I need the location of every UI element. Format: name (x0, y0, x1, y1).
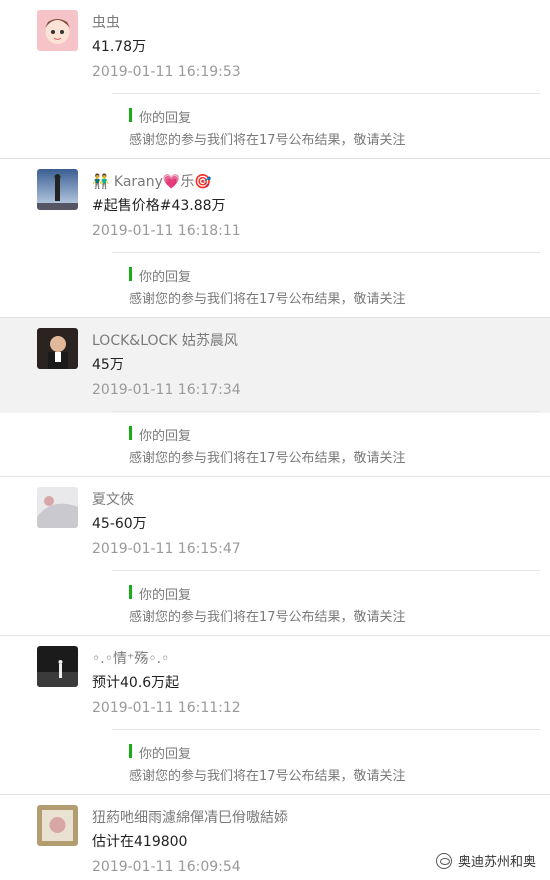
comment-timestamp: 2019-01-11 16:18:11 (92, 223, 241, 239)
reply-text: 感谢您的参与我们将在17号公布结果，敬请关注 (129, 451, 406, 466)
comment-timestamp: 2019-01-11 16:19:53 (92, 64, 241, 80)
commenter-name: 夏文俠 (92, 492, 134, 508)
comment-timestamp: 2019-01-11 16:17:34 (92, 382, 241, 398)
comment-item: ◦.◦情⁺殇◦.◦ 预计40.6万起 2019-01-11 16:11:12 你… (0, 636, 550, 795)
author-reply: 你的回复 感谢您的参与我们将在17号公布结果，敬请关注 (112, 93, 540, 152)
author-reply: 你的回复 感谢您的参与我们将在17号公布结果，敬请关注 (112, 570, 540, 629)
commenter-name: LOCK&LOCK 姑苏晨风 (92, 333, 238, 349)
comment-item: 👬 Karany💗乐🎯 #起售价格#43.88万 2019-01-11 16:1… (0, 159, 550, 318)
brand-watermark: 奥迪苏州和奥 (435, 851, 536, 870)
comment-item: LOCK&LOCK 姑苏晨风 45万 2019-01-11 16:17:34 你… (0, 318, 550, 477)
comment-text: 预计40.6万起 (92, 675, 180, 691)
wechat-icon (435, 852, 452, 869)
reply-text: 感谢您的参与我们将在17号公布结果，敬请关注 (129, 769, 406, 784)
comment-item: 夏文俠 45-60万 2019-01-11 16:15:47 你的回复 感谢您的… (0, 477, 550, 636)
reply-text: 感谢您的参与我们将在17号公布结果，敬请关注 (129, 292, 406, 307)
comment-timestamp: 2019-01-11 16:11:12 (92, 700, 241, 716)
avatar[interactable] (37, 487, 78, 528)
avatar[interactable] (37, 169, 78, 210)
commenter-name: 虫虫 (92, 15, 120, 31)
brand-name: 奥迪苏州和奥 (457, 855, 536, 870)
commenter-name: 狃葯吔细雨濾綿僤凊巳佾嗷結婖 (92, 810, 288, 826)
avatar[interactable] (37, 328, 78, 369)
comment-item: 虫虫 41.78万 2019-01-11 16:19:53 你的回复 感谢您的参… (0, 0, 550, 159)
comment-text: 估计在419800 (92, 834, 188, 850)
avatar[interactable] (37, 10, 78, 51)
avatar[interactable] (37, 646, 78, 687)
avatar[interactable] (37, 805, 78, 846)
reply-label: 你的回复 (129, 266, 191, 285)
commenter-name: ◦.◦情⁺殇◦.◦ (92, 651, 170, 667)
comment-timestamp: 2019-01-11 16:09:54 (92, 859, 241, 875)
reply-label: 你的回复 (129, 584, 191, 603)
comment-text: 41.78万 (92, 39, 147, 55)
comment-text: #起售价格#43.88万 (92, 198, 226, 214)
reply-label: 你的回复 (129, 425, 191, 444)
reply-label: 你的回复 (129, 107, 191, 126)
author-reply: 你的回复 感谢您的参与我们将在17号公布结果，敬请关注 (112, 252, 540, 311)
reply-text: 感谢您的参与我们将在17号公布结果，敬请关注 (129, 133, 406, 148)
comment-timestamp: 2019-01-11 16:15:47 (92, 541, 241, 557)
comment-text: 45-60万 (92, 516, 147, 532)
reply-label: 你的回复 (129, 743, 191, 762)
reply-text: 感谢您的参与我们将在17号公布结果，敬请关注 (129, 610, 406, 625)
author-reply: 你的回复 感谢您的参与我们将在17号公布结果，敬请关注 (112, 411, 540, 470)
commenter-name: 👬 Karany💗乐🎯 (92, 174, 212, 190)
comment-text: 45万 (92, 357, 124, 373)
author-reply: 你的回复 感谢您的参与我们将在17号公布结果，敬请关注 (112, 729, 540, 788)
